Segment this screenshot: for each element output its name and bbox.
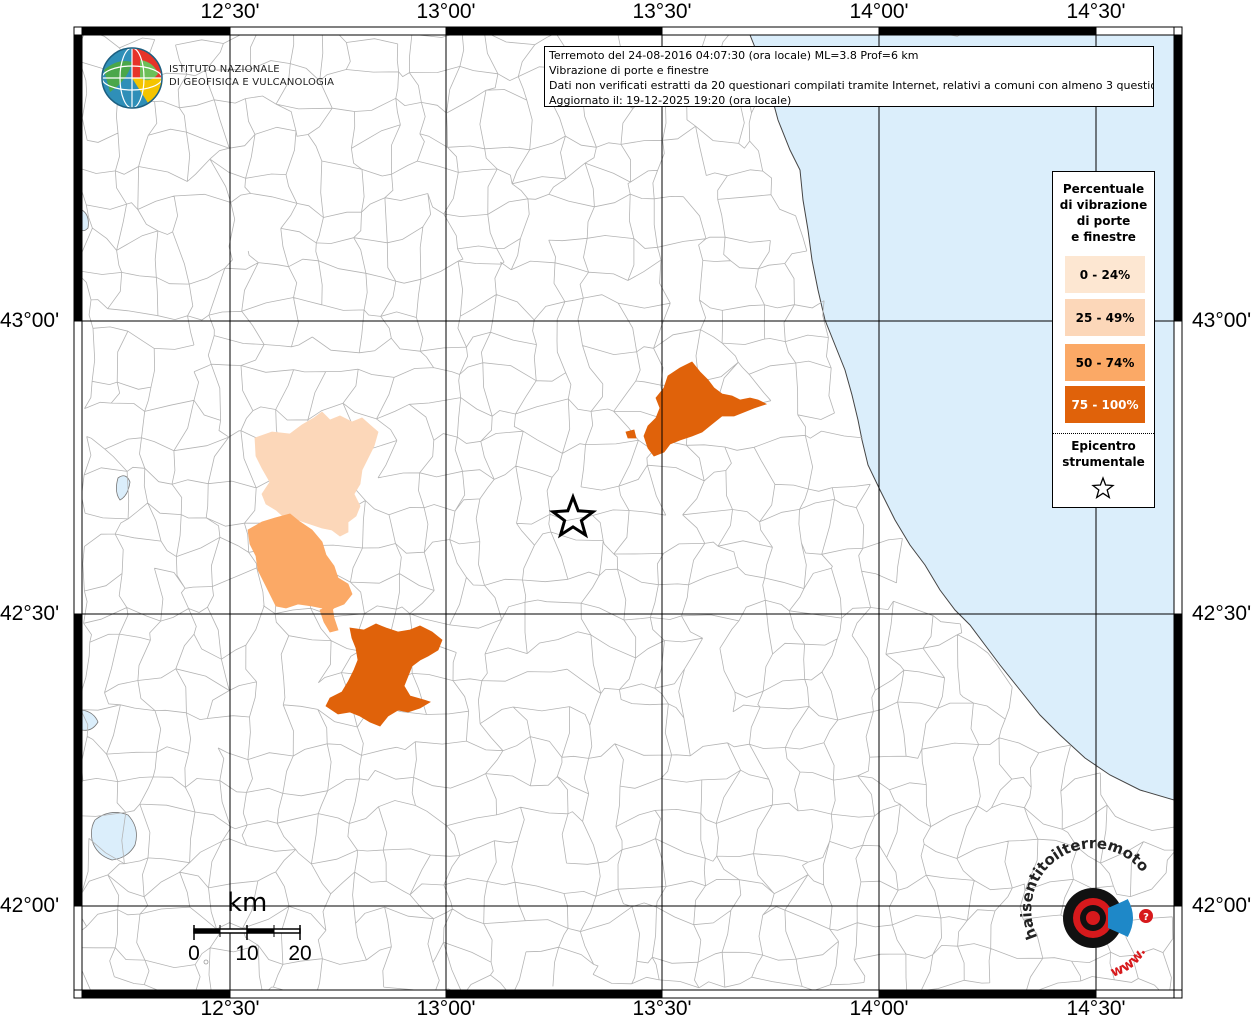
event-info-box: Terremoto del 24-08-2016 04:07:30 (ora l… [544, 46, 1154, 107]
legend-class-2: 50 - 74% [1065, 344, 1145, 381]
legend: Percentuale di vibrazione di porte e fin… [1052, 171, 1155, 508]
frame-bar-left [73, 34, 83, 322]
legend-star-icon [1091, 476, 1115, 500]
scale-label-20: 20 [288, 942, 312, 965]
lat-tick-right-2: 42°30' [1192, 602, 1252, 625]
frame-bar-bottom [878, 989, 1097, 999]
legend-title: Percentuale di vibrazione di porte e fin… [1053, 181, 1154, 245]
lon-tick-top-4: 14°00' [849, 0, 909, 23]
legend-class-label: 50 - 74% [1075, 355, 1135, 370]
frame-bar-right [1173, 320, 1183, 615]
lon-tick-top-5: 14°30' [1066, 0, 1126, 23]
frame-bar-top [229, 26, 447, 36]
frame-bar-left [73, 320, 83, 615]
frame-bar-top [878, 26, 1097, 36]
legend-divider [1053, 433, 1154, 434]
legend-class-0: 0 - 24% [1065, 256, 1145, 293]
frame-bar-left [73, 905, 83, 991]
legend-epicenter-line: Epicentro [1071, 439, 1136, 453]
lon-tick-bottom-3: 13°30' [632, 997, 692, 1020]
lon-tick-bottom-1: 12°30' [200, 997, 260, 1020]
event-parameter: Vibrazione di porte e finestre [549, 64, 709, 77]
frame-corner [73, 989, 83, 999]
legend-title-line: di porte [1076, 214, 1131, 228]
scale-label-0: 0 [188, 942, 200, 965]
legend-class-label: 25 - 49% [1075, 310, 1135, 325]
event-title: Terremoto del 24-08-2016 04:07:30 (ora l… [549, 49, 919, 62]
lon-tick-bottom-5: 14°30' [1066, 997, 1126, 1020]
frame-bar-right [1173, 34, 1183, 322]
lon-tick-bottom-4: 14°00' [849, 997, 909, 1020]
legend-class-label: 0 - 24% [1079, 267, 1131, 282]
frame-corner [1173, 989, 1183, 999]
lat-tick-left-3: 42°00' [0, 894, 60, 917]
ingv-globe-icon [101, 47, 163, 109]
lat-tick-left-1: 43°00' [0, 309, 60, 332]
svg-text:?: ? [1143, 912, 1149, 923]
lon-tick-top-3: 13°30' [632, 0, 692, 23]
legend-title-line: e finestre [1071, 230, 1136, 244]
frame-corner [73, 26, 83, 36]
frame-bar-right [1173, 613, 1183, 907]
scale-label-10: 10 [235, 942, 259, 965]
frame-bar-bottom [229, 989, 447, 999]
frame-bar-left [73, 613, 83, 907]
scale-unit: km [227, 888, 268, 918]
frame-bar-top [1095, 26, 1175, 36]
lat-tick-right-1: 43°00' [1192, 309, 1252, 332]
ingv-logo-text: ISTITUTO NAZIONALE DI GEOFISICA E VULCAN… [169, 63, 334, 89]
frame-corner [1173, 26, 1183, 36]
lon-tick-bottom-2: 13°00' [416, 997, 476, 1020]
legend-epicenter-line: strumentale [1062, 455, 1145, 469]
lon-tick-top-1: 12°30' [200, 0, 260, 23]
ingv-logo-line2: DI GEOFISICA E VULCANOLOGIA [169, 77, 335, 88]
map-frame: ? haisentitoilterremoto.it www. 12°30' 1… [0, 0, 1256, 1024]
frame-bar-bottom [445, 989, 663, 999]
legend-class-label: 75 - 100% [1071, 397, 1139, 412]
frame-bar-top [81, 26, 231, 36]
lat-tick-left-2: 42°30' [0, 602, 60, 625]
frame-bar-right [1173, 905, 1183, 991]
frame-bar-top [661, 26, 880, 36]
frame-bar-top [445, 26, 663, 36]
legend-epicenter-label: Epicentro strumentale [1053, 438, 1154, 470]
frame-bar-bottom [661, 989, 880, 999]
legend-class-1: 25 - 49% [1065, 299, 1145, 336]
ingv-logo-line1: ISTITUTO NAZIONALE [169, 64, 280, 75]
lon-tick-top-2: 13°00' [416, 0, 476, 23]
event-data-note: Dati non verificati estratti da 20 quest… [549, 79, 1154, 92]
legend-title-line: Percentuale [1062, 182, 1145, 196]
event-updated: Aggiornato il: 19-12-2025 19:20 (ora loc… [549, 94, 792, 107]
map-canvas: ? haisentitoilterremoto.it www. [0, 0, 1183, 999]
legend-class-3: 75 - 100% [1065, 386, 1145, 423]
legend-title-line: di vibrazione [1059, 198, 1148, 212]
lat-tick-right-3: 42°00' [1192, 894, 1252, 917]
